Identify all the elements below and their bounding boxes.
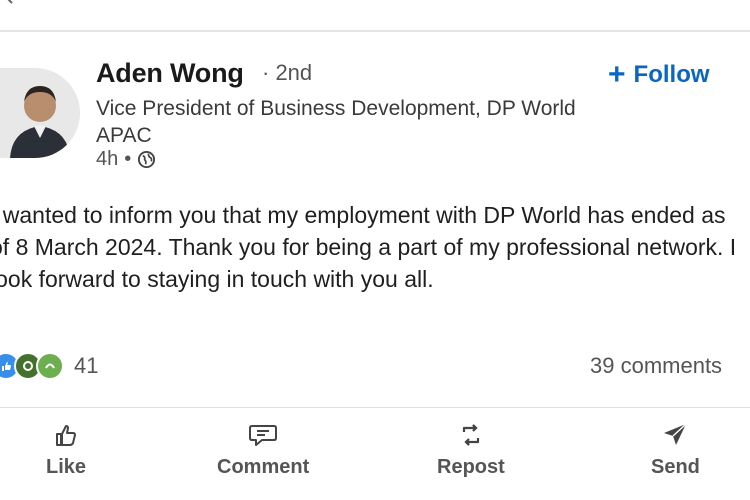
send-button[interactable]: Send (651, 420, 700, 479)
post-time: 4h (96, 148, 119, 170)
plus-icon: + (608, 58, 626, 91)
post-body: I wanted to inform you that my employmen… (0, 202, 737, 292)
repost-icon (456, 420, 486, 450)
comment-button[interactable]: Comment (217, 420, 309, 479)
back-arrow-icon[interactable] (4, 0, 14, 4)
comment-icon (248, 420, 278, 450)
repost-button[interactable]: Repost (437, 420, 505, 479)
top-divider (0, 30, 750, 32)
support-reaction-icon (36, 352, 64, 380)
comment-count[interactable]: 39 comments (590, 353, 722, 379)
like-button[interactable]: Like (46, 420, 86, 479)
follow-button[interactable]: + Follow (608, 60, 710, 90)
globe-icon (137, 150, 156, 169)
meta-separator: • (124, 148, 132, 170)
author-name[interactable]: Aden Wong (96, 58, 244, 89)
avatar[interactable] (0, 68, 80, 158)
repost-label: Repost (437, 456, 505, 478)
post-meta: 4h • (96, 148, 156, 171)
reaction-icons[interactable] (0, 352, 64, 380)
reaction-count[interactable]: 41 (74, 353, 98, 379)
connection-degree: · 2nd (262, 60, 313, 85)
send-label: Send (651, 456, 700, 478)
follow-label: Follow (633, 61, 710, 88)
send-icon (660, 420, 690, 450)
action-divider (0, 407, 750, 408)
like-label: Like (46, 456, 87, 478)
thumbs-up-icon (52, 420, 80, 450)
author-headline: Vice President of Business Development, … (96, 97, 576, 147)
comment-label: Comment (217, 456, 310, 478)
